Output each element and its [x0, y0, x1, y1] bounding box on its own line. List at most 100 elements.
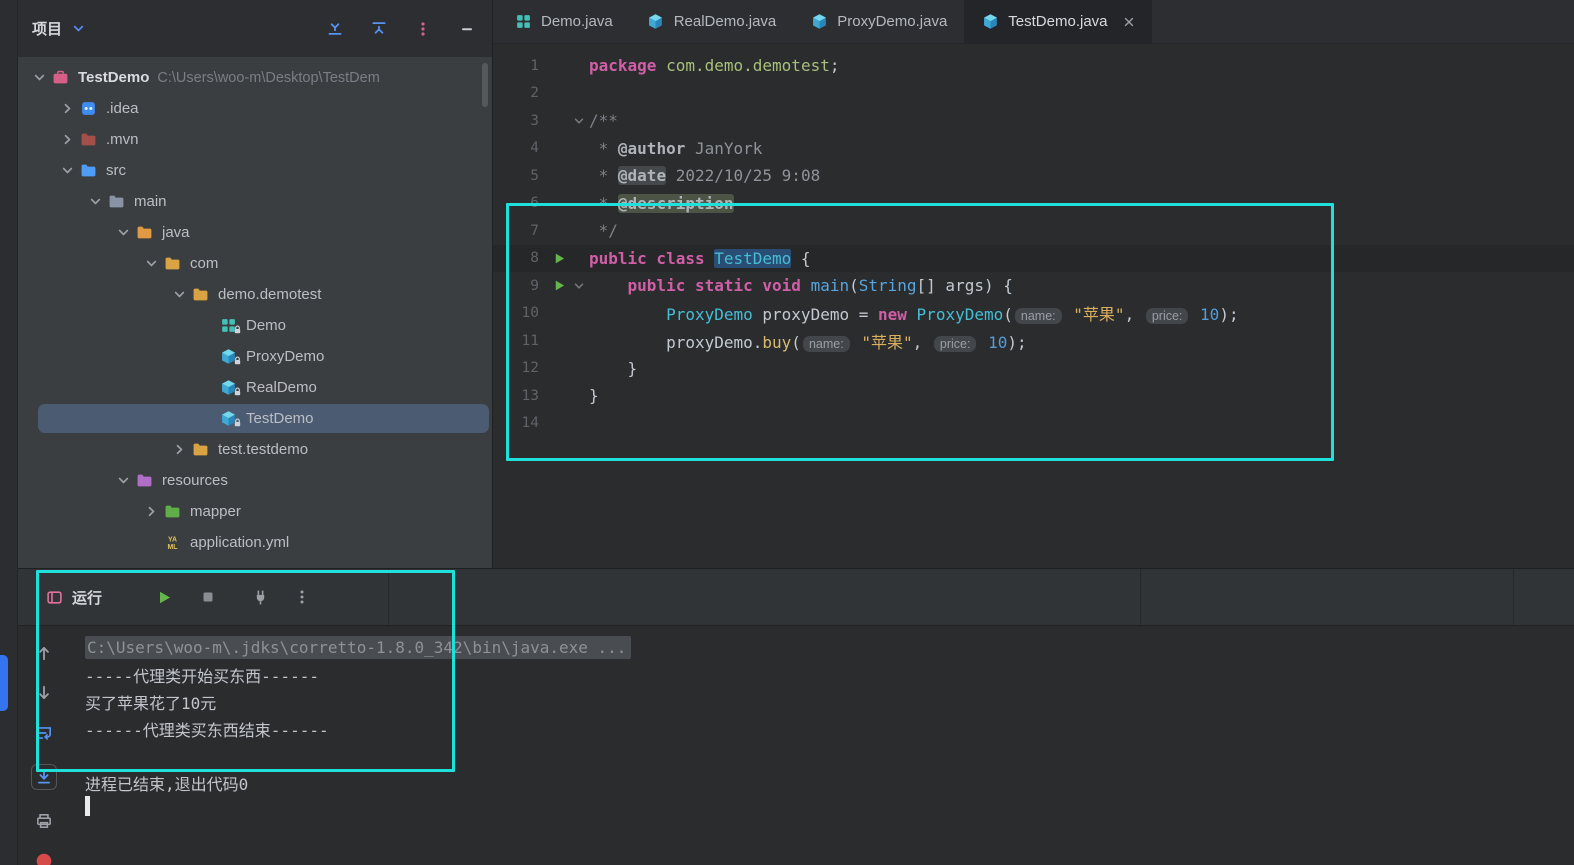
- code-line[interactable]: 10 ProxyDemo proxyDemo = new ProxyDemo(n…: [493, 300, 1574, 328]
- tree-item-label: com: [190, 255, 219, 272]
- tree-item-label: ProxyDemo: [246, 348, 325, 365]
- tree-item-label: TestDemo: [78, 69, 150, 86]
- code-text: * @author JanYork: [589, 138, 763, 158]
- code-line[interactable]: 7 */: [493, 217, 1574, 245]
- tree-item-demo-demotest[interactable]: demo.demotest: [18, 279, 492, 310]
- code-text: /**: [589, 111, 618, 130]
- main-folder-icon: [106, 193, 127, 210]
- code-token: (: [1003, 305, 1013, 325]
- tree-item-mvn[interactable]: .mvn: [18, 124, 492, 155]
- code-token: 10: [988, 332, 1008, 352]
- stop-process-icon[interactable]: [35, 852, 53, 865]
- code-line[interactable]: 8 public class TestDemo {: [493, 244, 1574, 272]
- chevron-down-icon[interactable]: [112, 226, 134, 239]
- chevron-right-icon[interactable]: [168, 443, 190, 456]
- code-line[interactable]: 2: [493, 80, 1574, 108]
- active-toolwindow-indicator[interactable]: [0, 655, 8, 711]
- chevron-down-icon[interactable]: [28, 71, 50, 84]
- close-tab-icon[interactable]: [1123, 16, 1135, 28]
- tree-item-application-yml[interactable]: YA ML application.yml: [18, 527, 492, 558]
- tab-realdemo-java[interactable]: RealDemo.java: [630, 0, 794, 43]
- tree-item-java[interactable]: java: [18, 217, 492, 248]
- code-line[interactable]: 12 }: [493, 355, 1574, 383]
- line-number: 9: [530, 277, 539, 294]
- tab-label: RealDemo.java: [673, 13, 777, 30]
- chevron-down-icon[interactable]: [84, 195, 106, 208]
- chevron-down-icon[interactable]: [69, 20, 87, 38]
- tree-item-resources[interactable]: resources: [18, 465, 492, 496]
- tree-item-proxydemo[interactable]: ProxyDemo: [18, 341, 492, 372]
- code-text: proxyDemo.buy(name: "苹果", price: 10);: [589, 329, 1027, 353]
- chevron-down-icon[interactable]: [168, 288, 190, 301]
- code-text: }: [589, 359, 638, 378]
- fold-chevron-icon[interactable]: [569, 280, 588, 292]
- code-line[interactable]: 11 proxyDemo.buy(name: "苹果", price: 10);: [493, 327, 1574, 355]
- tree-item-label: .mvn: [106, 131, 139, 148]
- code-line[interactable]: 5 * @date 2022/10/25 9:08: [493, 162, 1574, 190]
- tree-item-com[interactable]: com: [18, 248, 492, 279]
- ide-window: 项目 TestDemo C:\Users\woo-m\Desktop\TestD…: [0, 0, 1574, 865]
- tree-item-label: src: [106, 162, 126, 179]
- tab-testdemo-java[interactable]: TestDemo.java: [964, 0, 1152, 43]
- scroll-down-icon[interactable]: [35, 684, 53, 702]
- run-toolwindow-tab[interactable]: 运行: [45, 587, 102, 608]
- chevron-right-icon[interactable]: [140, 505, 162, 518]
- tree-item-src[interactable]: src: [18, 155, 492, 186]
- code-token: JanYork: [685, 138, 763, 158]
- run-more-options-icon[interactable]: [288, 583, 316, 611]
- tree-item-idea[interactable]: .idea: [18, 93, 492, 124]
- scroll-up-icon[interactable]: [35, 644, 53, 662]
- scroll-to-end-icon[interactable]: [31, 764, 57, 790]
- tree-item-realdemo[interactable]: RealDemo: [18, 372, 492, 403]
- tree-item-label: .idea: [106, 100, 139, 117]
- code-text: ProxyDemo proxyDemo = new ProxyDemo(name…: [589, 301, 1239, 325]
- code-line[interactable]: 4 * @author JanYork: [493, 135, 1574, 163]
- soft-wrap-icon[interactable]: [35, 724, 53, 742]
- console-output[interactable]: C:\Users\woo-m\.jdks\corretto-1.8.0_342\…: [70, 626, 1574, 865]
- run-line-icon[interactable]: [550, 279, 569, 292]
- resources-folder-icon: [134, 472, 155, 489]
- attach-debugger-icon[interactable]: [246, 583, 274, 611]
- code-text: * @date 2022/10/25 9:08: [589, 166, 820, 186]
- chevron-right-icon[interactable]: [56, 133, 78, 146]
- code-line[interactable]: 3 /**: [493, 107, 1574, 135]
- print-icon[interactable]: [35, 812, 53, 830]
- expand-all-icon[interactable]: [326, 20, 344, 38]
- toolbar-separator: [388, 569, 389, 625]
- collapse-all-icon[interactable]: [370, 20, 388, 38]
- chevron-down-icon[interactable]: [56, 164, 78, 177]
- chevron-down-icon[interactable]: [140, 257, 162, 270]
- code-line[interactable]: 6 * @description: [493, 190, 1574, 218]
- tree-item-main[interactable]: main: [18, 186, 492, 217]
- fold-chevron-icon[interactable]: [569, 115, 588, 127]
- chevron-right-icon[interactable]: [56, 102, 78, 115]
- stop-button[interactable]: [194, 583, 222, 611]
- run-line-icon[interactable]: [550, 252, 569, 265]
- tree-item-test-testdemo[interactable]: test.testdemo: [18, 434, 492, 465]
- code-line[interactable]: 14: [493, 410, 1574, 438]
- tab-proxydemo-java[interactable]: ProxyDemo.java: [793, 0, 964, 43]
- toolbar-separator: [1513, 569, 1514, 625]
- hide-panel-icon[interactable]: [458, 20, 476, 38]
- code-text: package com.demo.demotest;: [589, 56, 839, 75]
- code-line[interactable]: 9 public static void main(String[] args)…: [493, 272, 1574, 300]
- code-token: public static void: [627, 276, 811, 296]
- project-panel-title[interactable]: 项目: [32, 18, 62, 39]
- tree-item-testdemo[interactable]: TestDemo: [18, 403, 492, 434]
- code-line[interactable]: 1 package com.demo.demotest;: [493, 52, 1574, 80]
- code-token: String: [858, 276, 917, 296]
- rerun-button[interactable]: [150, 583, 178, 611]
- chevron-down-icon[interactable]: [112, 474, 134, 487]
- code-editor[interactable]: 1 package com.demo.demotest; 2 3 /** 4 * @aut…: [493, 44, 1574, 568]
- console-output-text: ------代理类买东西结束------: [85, 720, 329, 740]
- tree-item-testdemo[interactable]: TestDemo C:\Users\woo-m\Desktop\TestDem: [18, 62, 492, 93]
- tab-demo-java[interactable]: Demo.java: [497, 0, 630, 43]
- tree-item-label: mapper: [190, 503, 241, 520]
- tree-item-demo[interactable]: Demo: [18, 310, 492, 341]
- code-line[interactable]: 13}: [493, 382, 1574, 410]
- tree-item-mapper[interactable]: mapper: [18, 496, 492, 527]
- yaml-file-icon: YA ML: [162, 534, 183, 551]
- src-folder-icon: [78, 162, 99, 179]
- more-options-icon[interactable]: [414, 20, 432, 38]
